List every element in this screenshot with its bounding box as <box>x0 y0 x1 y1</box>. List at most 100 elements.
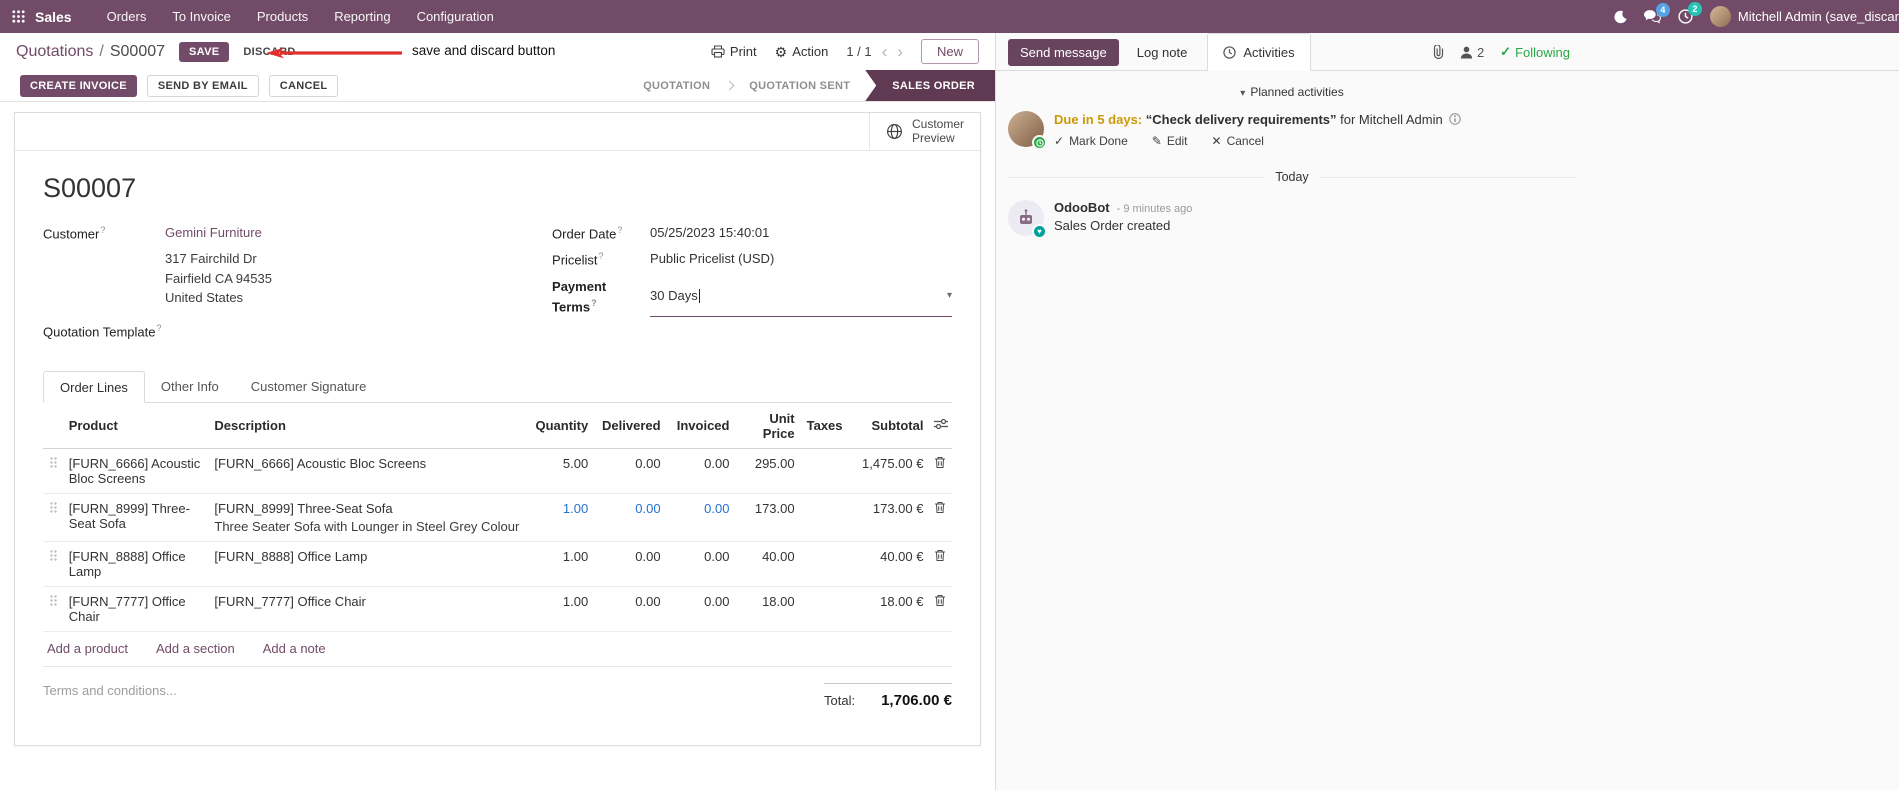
delete-row-icon[interactable] <box>927 586 952 632</box>
delivered-cell[interactable]: 0.00 <box>592 448 665 494</box>
table-row[interactable]: [FURN_8999] Three-Seat Sofa [FURN_8999] … <box>43 493 952 542</box>
planned-activities-header[interactable]: ▾ Planned activities <box>1008 85 1576 99</box>
user-menu[interactable]: Mitchell Admin (save_discar <box>1709 6 1899 27</box>
dark-mode-moon-icon[interactable] <box>1614 10 1627 24</box>
paperclip-icon[interactable] <box>1432 45 1444 59</box>
order-date-value[interactable]: 05/25/2023 15:40:01 <box>650 224 769 244</box>
cancel-button[interactable]: CANCEL <box>268 74 339 97</box>
taxes-cell[interactable] <box>798 541 847 587</box>
tab-order-lines[interactable]: Order Lines <box>43 370 145 403</box>
taxes-cell[interactable] <box>798 586 847 632</box>
quantity-cell[interactable]: 5.00 <box>523 448 593 494</box>
edit-activity-button[interactable]: ✎ Edit <box>1152 134 1188 148</box>
activity-summary: “Check delivery requirements” <box>1145 112 1337 127</box>
toggle-columns-icon[interactable] <box>927 402 952 449</box>
delivered-cell[interactable]: 0.00 <box>592 586 665 632</box>
add-a-note-link[interactable]: Add a note <box>263 641 326 656</box>
print-button[interactable]: Print <box>711 44 757 59</box>
delivered-cell[interactable]: 0.00 <box>592 541 665 587</box>
taxes-cell[interactable] <box>798 493 847 542</box>
customer-preview-button[interactable]: Customer Preview <box>868 113 980 150</box>
pricelist-value[interactable]: Public Pricelist (USD) <box>650 250 774 270</box>
status-sales-order[interactable]: SALES ORDER <box>865 70 995 101</box>
save-button[interactable]: SAVE <box>179 41 230 62</box>
tab-activities[interactable]: Activities <box>1207 33 1311 71</box>
add-a-section-link[interactable]: Add a section <box>156 641 235 656</box>
mark-done-button[interactable]: ✓ Mark Done <box>1054 134 1128 148</box>
action-button[interactable]: ⚙ Action <box>775 44 829 59</box>
app-brand[interactable]: Sales <box>35 9 72 25</box>
menu-reporting[interactable]: Reporting <box>321 0 403 33</box>
menu-to-invoice[interactable]: To Invoice <box>159 0 244 33</box>
quantity-cell[interactable]: 1.00 <box>523 493 593 542</box>
total-block: Total: 1,706.00 € <box>824 682 952 709</box>
pager-previous-icon[interactable]: ‹ <box>882 43 888 60</box>
delete-row-icon[interactable] <box>927 493 952 542</box>
activities-clock-icon[interactable]: 2 <box>1678 2 1702 24</box>
invoiced-cell[interactable]: 0.00 <box>664 493 734 542</box>
product-cell[interactable]: [FURN_7777] Office Chair <box>64 586 211 632</box>
tab-customer-signature[interactable]: Customer Signature <box>235 371 383 402</box>
unit-price-cell[interactable]: 295.00 <box>733 448 799 494</box>
unit-price-column-header[interactable]: Unit Price <box>733 402 799 449</box>
drag-handle-icon[interactable] <box>43 586 65 632</box>
delivered-column-header[interactable]: Delivered <box>592 402 665 449</box>
add-a-product-link[interactable]: Add a product <box>47 641 128 656</box>
info-icon[interactable] <box>1449 113 1462 125</box>
description-cell[interactable]: [FURN_7777] Office Chair <box>210 586 524 632</box>
followers-button[interactable]: 2 <box>1460 45 1484 60</box>
menu-configuration[interactable]: Configuration <box>404 0 507 33</box>
invoiced-cell[interactable]: 0.00 <box>664 541 734 587</box>
description-column-header[interactable]: Description <box>210 402 524 449</box>
description-cell[interactable]: [FURN_8888] Office Lamp <box>210 541 524 587</box>
following-button[interactable]: ✓ Following <box>1500 44 1570 60</box>
product-cell[interactable]: [FURN_6666] Acoustic Bloc Screens <box>64 448 211 494</box>
message-author[interactable]: OdooBot <box>1054 200 1110 215</box>
customer-link[interactable]: Gemini Furniture <box>165 224 262 244</box>
table-row[interactable]: [FURN_6666] Acoustic Bloc Screens [FURN_… <box>43 448 952 494</box>
payment-terms-input[interactable]: 30 Days ▾ <box>650 278 952 318</box>
delivered-cell[interactable]: 0.00 <box>592 493 665 542</box>
drag-handle-icon[interactable] <box>43 448 65 494</box>
drag-handle-icon[interactable] <box>43 493 65 542</box>
messages-icon[interactable]: 4 <box>1643 2 1670 24</box>
delete-row-icon[interactable] <box>927 541 952 587</box>
menu-products[interactable]: Products <box>244 0 321 33</box>
unit-price-cell[interactable]: 18.00 <box>733 586 799 632</box>
description-cell[interactable]: [FURN_6666] Acoustic Bloc Screens <box>210 448 524 494</box>
menu-orders[interactable]: Orders <box>94 0 160 33</box>
send-by-email-button[interactable]: SEND BY EMAIL <box>146 74 259 97</box>
unit-price-cell[interactable]: 173.00 <box>733 493 799 542</box>
new-button[interactable]: New <box>920 39 979 64</box>
delete-row-icon[interactable] <box>927 448 952 494</box>
table-row[interactable]: [FURN_7777] Office Chair [FURN_7777] Off… <box>43 586 952 632</box>
status-quotation[interactable]: QUOTATION <box>628 70 725 101</box>
taxes-cell[interactable] <box>798 448 847 494</box>
quantity-column-header[interactable]: Quantity <box>523 402 593 449</box>
product-column-header[interactable]: Product <box>64 402 211 449</box>
taxes-column-header[interactable]: Taxes <box>798 402 847 449</box>
status-quotation-sent[interactable]: QUOTATION SENT <box>734 70 865 101</box>
pager-next-icon[interactable]: › <box>897 43 903 60</box>
log-note-button[interactable]: Log note <box>1137 45 1188 60</box>
quantity-cell[interactable]: 1.00 <box>523 586 593 632</box>
breadcrumb-quotations-link[interactable]: Quotations <box>16 43 93 61</box>
quantity-cell[interactable]: 1.00 <box>523 541 593 587</box>
send-message-button[interactable]: Send message <box>1008 38 1119 66</box>
unit-price-cell[interactable]: 40.00 <box>733 541 799 587</box>
invoiced-cell[interactable]: 0.00 <box>664 448 734 494</box>
drag-handle-icon[interactable] <box>43 541 65 587</box>
apps-grid-icon[interactable] <box>0 10 35 23</box>
table-row[interactable]: [FURN_8888] Office Lamp [FURN_8888] Offi… <box>43 541 952 587</box>
tab-other-info[interactable]: Other Info <box>145 371 235 402</box>
product-cell[interactable]: [FURN_8999] Three-Seat Sofa <box>64 493 211 542</box>
create-invoice-button[interactable]: CREATE INVOICE <box>20 74 137 97</box>
description-cell[interactable]: [FURN_8999] Three-Seat Sofa Three Seater … <box>210 493 524 542</box>
dropdown-caret-icon[interactable]: ▾ <box>947 289 952 304</box>
invoiced-cell[interactable]: 0.00 <box>664 586 734 632</box>
subtotal-column-header[interactable]: Subtotal <box>846 402 928 449</box>
product-cell[interactable]: [FURN_8888] Office Lamp <box>64 541 211 587</box>
invoiced-column-header[interactable]: Invoiced <box>664 402 734 449</box>
terms-and-conditions-placeholder[interactable]: Terms and conditions... <box>43 683 177 709</box>
cancel-activity-button[interactable]: ✕ Cancel <box>1212 134 1264 148</box>
